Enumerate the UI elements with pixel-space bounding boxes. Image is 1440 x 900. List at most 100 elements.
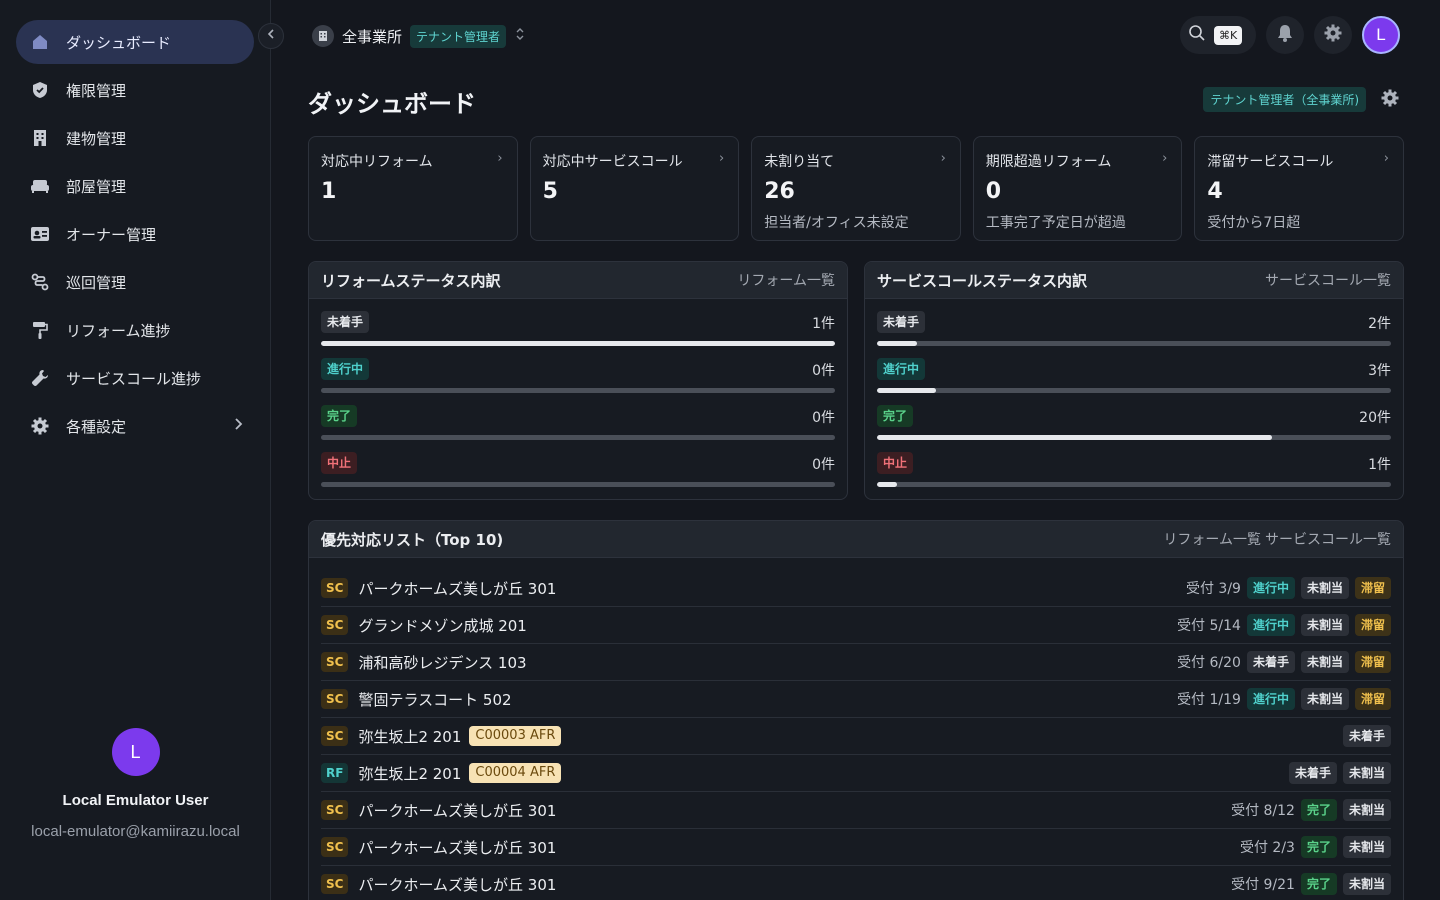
row-meta: 受付 6/20 未着手 未割当 滞留 xyxy=(1177,651,1391,673)
progress-bar-fill xyxy=(877,435,1273,440)
row-title[interactable]: パークホームズ美しが丘 301 xyxy=(358,578,556,599)
panel-header: サービスコールステータス内訳 サービスコール一覧 xyxy=(865,262,1403,299)
progress-bar xyxy=(321,435,835,440)
user-avatar-button[interactable]: L xyxy=(1362,16,1400,54)
progress-bar-fill xyxy=(877,388,937,393)
panel-links: リフォーム一覧 サービスコール一覧 xyxy=(1163,529,1391,549)
row-title[interactable]: 弥生坂上2 201 xyxy=(358,726,461,747)
status-badge: 進行中 xyxy=(1246,577,1295,599)
status-row: 進行中 3件 xyxy=(877,358,1391,405)
org-switcher[interactable]: 全事業所 テナント管理者 xyxy=(312,24,526,48)
sidebar-item-settings[interactable]: 各種設定 xyxy=(16,404,254,448)
table-row[interactable]: RF 弥生坂上2 201 C00004 AFR 未着手 未割当 xyxy=(321,755,1391,792)
row-title[interactable]: 弥生坂上2 201 xyxy=(358,763,461,784)
sidebar-item-reform-progress[interactable]: リフォーム進捗 xyxy=(16,308,254,352)
gear-icon xyxy=(28,414,52,438)
org-name: 全事業所 xyxy=(342,27,403,46)
stat-card-stalled-service-call[interactable]: 滞留サービスコール 4 受付から7日超 › xyxy=(1194,136,1404,241)
row-meta: 受付 1/19 進行中 未割当 滞留 xyxy=(1177,688,1391,710)
row-meta: 受付 8/12 完了 未割当 xyxy=(1231,799,1391,821)
row-title[interactable]: 警固テラスコート 502 xyxy=(358,689,511,710)
avatar[interactable]: L xyxy=(111,728,160,776)
type-tag: SC xyxy=(321,689,349,709)
sidebar-item-service-progress[interactable]: サービスコール進捗 xyxy=(16,356,254,400)
sidebar-item-rooms[interactable]: 部屋管理 xyxy=(16,164,254,208)
status-badge: 進行中 xyxy=(321,358,370,380)
type-tag: RF xyxy=(321,763,349,783)
user-email: local-emulator@kamiirazu.local xyxy=(31,823,240,840)
status-count: 0件 xyxy=(812,363,835,379)
status-row: 未着手 2件 xyxy=(877,311,1391,358)
received-date: 受付 5/14 xyxy=(1177,618,1241,634)
table-row[interactable]: SC 浦和高砂レジデンス 103 受付 6/20 未着手 未割当 滞留 xyxy=(321,644,1391,681)
status-badge: 未割当 xyxy=(1300,651,1349,673)
stat-label: 対応中リフォーム xyxy=(321,154,433,170)
office-icon xyxy=(312,25,334,47)
sidebar-collapse-button[interactable] xyxy=(258,23,284,49)
panel-header: 優先対応リスト（Top 10) リフォーム一覧 サービスコール一覧 xyxy=(309,521,1403,558)
type-tag: SC xyxy=(321,615,349,635)
chevron-right-icon xyxy=(232,416,244,436)
table-row[interactable]: SC パークホームズ美しが丘 301 受付 2/3 完了 未割当 xyxy=(321,829,1391,866)
row-title[interactable]: 浦和高砂レジデンス 103 xyxy=(358,652,526,673)
notifications-button[interactable] xyxy=(1266,16,1304,54)
reform-list-link[interactable]: リフォーム一覧 xyxy=(737,270,835,290)
status-count: 1件 xyxy=(812,316,835,332)
table-row[interactable]: SC 弥生坂上2 201 C00003 AFR 未着手 xyxy=(321,718,1391,755)
table-row[interactable]: SC 警固テラスコート 502 受付 1/19 進行中 未割当 滞留 xyxy=(321,681,1391,718)
received-date: 受付 1/19 xyxy=(1177,692,1241,708)
status-badge: 未着手 xyxy=(1246,651,1295,673)
settings-button[interactable] xyxy=(1314,16,1352,54)
sidebar-item-buildings[interactable]: 建物管理 xyxy=(16,116,254,160)
reform-status-panel: リフォームステータス内訳 リフォーム一覧 未着手 1件 進行中 0件 完了 0件 中止 0件 xyxy=(308,261,848,500)
stat-card-overdue-reform[interactable]: 期限超過リフォーム 0 工事完了予定日が超過 › xyxy=(972,136,1183,241)
shortcut-hint: ⌘K xyxy=(1214,25,1243,45)
stat-card-active-reform[interactable]: 対応中リフォーム 1 › xyxy=(308,136,518,241)
type-tag: SC xyxy=(321,726,349,746)
row-title[interactable]: パークホームズ美しが丘 301 xyxy=(358,874,556,895)
status-badge: 滞留 xyxy=(1354,688,1391,710)
progress-bar xyxy=(877,482,1391,487)
row-title[interactable]: パークホームズ美しが丘 301 xyxy=(358,837,556,858)
status-badge: 滞留 xyxy=(1354,614,1391,636)
row-title[interactable]: パークホームズ美しが丘 301 xyxy=(358,800,556,821)
paint-roller-icon xyxy=(28,318,52,342)
service-call-list-link[interactable]: サービスコール一覧 xyxy=(1265,529,1391,549)
dashboard-settings-icon[interactable] xyxy=(1380,88,1400,112)
status-badge: 完了 xyxy=(321,405,358,427)
reform-list-link[interactable]: リフォーム一覧 xyxy=(1163,529,1261,549)
contract-code-badge: C00004 AFR xyxy=(469,763,562,783)
sidebar-item-permissions[interactable]: 権限管理 xyxy=(16,68,254,112)
chevron-right-icon: › xyxy=(940,151,946,166)
table-row[interactable]: SC グランドメゾン成城 201 受付 5/14 進行中 未割当 滞留 xyxy=(321,607,1391,644)
table-row[interactable]: SC パークホームズ美しが丘 301 受付 9/21 完了 未割当 xyxy=(321,866,1391,900)
service-call-list-link[interactable]: サービスコール一覧 xyxy=(1265,270,1391,290)
row-meta: 受付 2/3 完了 未割当 xyxy=(1240,836,1391,858)
search-button[interactable]: ⌘K xyxy=(1180,16,1256,54)
sidebar-item-owners[interactable]: オーナー管理 xyxy=(16,212,254,256)
stat-card-active-service-call[interactable]: 対応中サービスコール 5 › xyxy=(529,136,740,241)
sidebar-item-label: 部屋管理 xyxy=(66,177,127,196)
table-row[interactable]: SC パークホームズ美しが丘 301 受付 3/9 進行中 未割当 滞留 xyxy=(321,570,1391,607)
row-meta: 受付 3/9 進行中 未割当 滞留 xyxy=(1186,577,1391,599)
sidebar-item-label: サービスコール進捗 xyxy=(66,369,202,388)
status-count: 3件 xyxy=(1368,363,1391,379)
sidebar-item-dashboard[interactable]: ダッシュボード xyxy=(16,20,254,64)
page-title: ダッシュボード xyxy=(308,90,476,118)
status-badge: 完了 xyxy=(1300,799,1337,821)
status-rows: 未着手 1件 進行中 0件 完了 0件 中止 0件 xyxy=(309,299,847,499)
service-status-panel: サービスコールステータス内訳 サービスコール一覧 未着手 2件 進行中 3件 完了 20件… xyxy=(864,261,1404,500)
row-title[interactable]: グランドメゾン成城 201 xyxy=(358,615,526,636)
progress-bar-fill xyxy=(877,341,917,346)
chevron-right-icon: › xyxy=(497,151,503,166)
stat-card-unassigned[interactable]: 未割り当て 26 担当者/オフィス未設定 › xyxy=(751,136,961,241)
status-badge: 中止 xyxy=(877,452,914,474)
chevron-left-icon xyxy=(266,28,276,44)
table-row[interactable]: SC パークホームズ美しが丘 301 受付 8/12 完了 未割当 xyxy=(321,792,1391,829)
sidebar-user: L Local Emulator User local-emulator@kam… xyxy=(0,728,271,840)
status-count: 20件 xyxy=(1359,410,1391,426)
status-badge: 未着手 xyxy=(1288,762,1337,784)
progress-bar xyxy=(877,435,1391,440)
stat-sub: 受付から7日超 xyxy=(1207,215,1301,231)
sidebar-item-patrol[interactable]: 巡回管理 xyxy=(16,260,254,304)
